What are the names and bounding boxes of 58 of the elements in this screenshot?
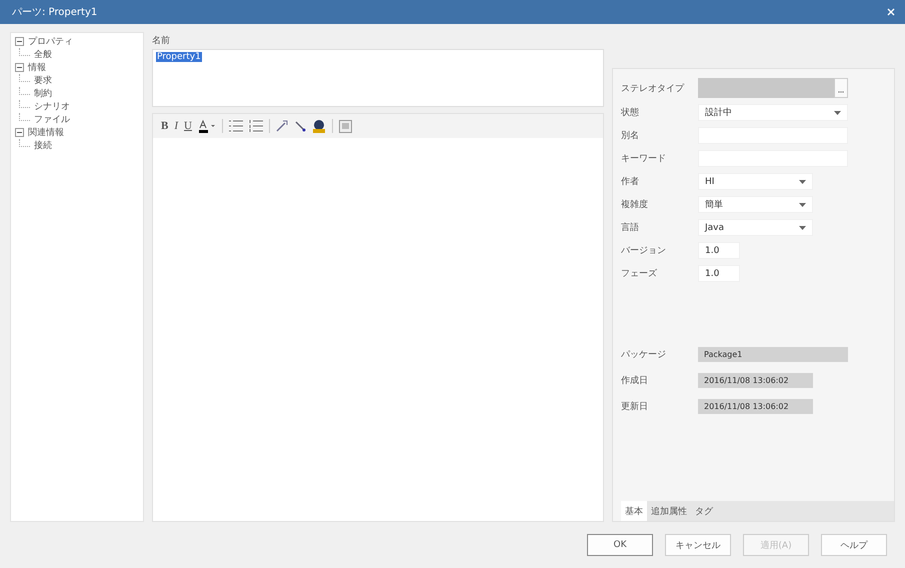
- numbered-list-icon[interactable]: [248, 120, 263, 132]
- field-label: 作者: [621, 176, 640, 188]
- tab[interactable]: 基本: [621, 501, 647, 521]
- tab[interactable]: タグ: [691, 501, 717, 521]
- field-label: パッケージ: [621, 349, 667, 361]
- tree-item[interactable]: 関連情報: [28, 126, 64, 139]
- dropdown[interactable]: 設計中: [698, 104, 848, 121]
- field-label: 別名: [621, 130, 640, 142]
- readonly-field: 2016/11/08 13:06:02: [698, 399, 813, 414]
- tree-item[interactable]: 制約: [34, 87, 52, 100]
- close-icon[interactable]: [887, 8, 895, 16]
- format-button[interactable]: B: [161, 120, 168, 132]
- field-label: 複雑度: [621, 198, 649, 211]
- image-icon[interactable]: [338, 120, 352, 132]
- link-icon[interactable]: [276, 120, 288, 132]
- field-label: ステレオタイプ: [621, 82, 686, 94]
- text-color-icon[interactable]: [198, 119, 216, 133]
- tree-item[interactable]: シナリオ: [34, 100, 70, 113]
- field-label: 更新日: [621, 400, 649, 413]
- input-field[interactable]: 1.0: [698, 265, 740, 282]
- collapse-icon[interactable]: [15, 37, 24, 46]
- field-label: 作成日: [621, 374, 649, 387]
- collapse-icon[interactable]: [15, 128, 24, 137]
- arrow-icon[interactable]: [294, 120, 306, 132]
- field-label: バージョン: [621, 245, 667, 257]
- stereotype-field[interactable]: [698, 78, 848, 98]
- dialog-button[interactable]: ヘルプ: [821, 534, 887, 556]
- readonly-field: Package1: [698, 347, 848, 362]
- dialog-button[interactable]: キャンセル: [665, 534, 731, 556]
- name-field[interactable]: Property1: [152, 49, 604, 107]
- bullet-list-icon[interactable]: [228, 120, 243, 132]
- tree-item[interactable]: ファイル: [34, 113, 70, 126]
- tree-item[interactable]: 全般: [34, 48, 52, 61]
- collapse-icon[interactable]: [15, 63, 24, 72]
- name-label: 名前: [152, 34, 171, 47]
- tree-item[interactable]: プロパティ: [28, 35, 73, 48]
- readonly-field: 2016/11/08 13:06:02: [698, 373, 813, 388]
- fill-color-icon[interactable]: [312, 119, 326, 133]
- caret-icon: [799, 202, 806, 206]
- window-title: パーツ: Property1: [12, 6, 98, 19]
- format-button[interactable]: I: [174, 120, 178, 132]
- field-label: 状態: [621, 106, 640, 119]
- input-field[interactable]: 1.0: [698, 242, 740, 259]
- field-label: フェーズ: [621, 268, 658, 280]
- field-label: キーワード: [621, 153, 667, 165]
- dropdown[interactable]: Java: [698, 219, 813, 236]
- caret-icon: [799, 226, 806, 230]
- tree-item[interactable]: 情報: [28, 61, 46, 74]
- dropdown[interactable]: 簡単: [698, 196, 813, 213]
- tree-item[interactable]: 要求: [34, 74, 52, 87]
- tab[interactable]: 追加属性: [647, 501, 691, 521]
- caret-icon: [799, 180, 806, 184]
- format-button[interactable]: U: [184, 120, 192, 132]
- field-label: 言語: [621, 222, 640, 234]
- caret-icon: [834, 110, 841, 114]
- dialog-button[interactable]: OK: [587, 534, 653, 556]
- tree-item[interactable]: 接続: [34, 139, 52, 152]
- dropdown[interactable]: HI: [698, 173, 813, 190]
